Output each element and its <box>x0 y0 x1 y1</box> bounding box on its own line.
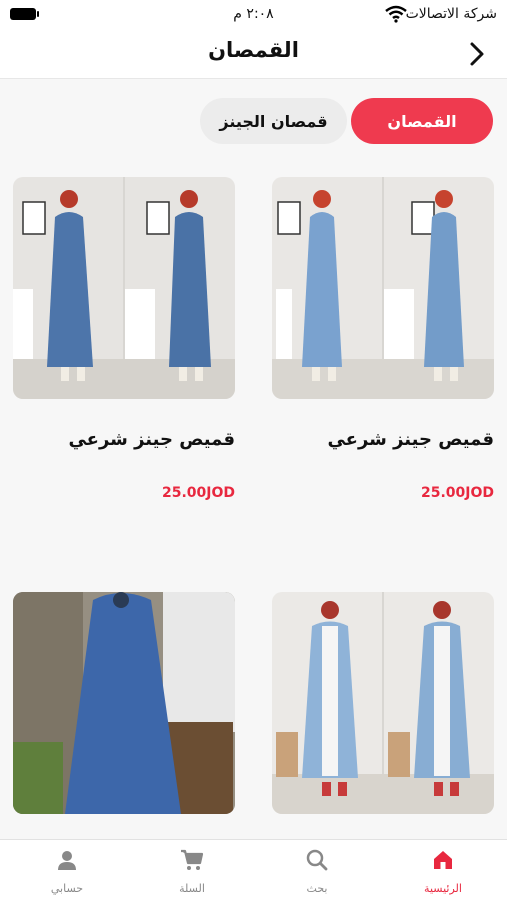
product-image[interactable] <box>272 177 494 399</box>
nav-account[interactable]: حسابي <box>27 840 107 900</box>
nav-label: الرئيسية <box>424 882 462 895</box>
wifi-icon <box>385 5 407 23</box>
home-icon <box>434 851 452 869</box>
bottom-nav: الرئيسية بحث السلة حسابي <box>0 839 507 900</box>
product-card[interactable]: قميص جينز شرعي 25.00JOD <box>272 177 494 507</box>
product-card[interactable]: قميص جينز شرعي 25.00JOD <box>13 177 235 507</box>
search-icon <box>306 849 328 871</box>
product-card[interactable] <box>272 592 494 814</box>
cart-icon <box>181 849 204 870</box>
status-bar: ٢:٠٨ م شركة الاتصالات <box>0 0 507 30</box>
nav-label: بحث <box>306 882 328 895</box>
account-icon <box>58 851 76 870</box>
nav-home[interactable]: الرئيسية <box>403 840 483 900</box>
product-image[interactable] <box>13 592 235 814</box>
product-card[interactable] <box>13 592 235 814</box>
product-name: قميص جينز شرعي <box>68 429 235 450</box>
product-price: 25.00JOD <box>161 485 235 501</box>
carrier-name: شركة الاتصالات <box>405 6 497 22</box>
product-image[interactable] <box>272 592 494 814</box>
back-chevron-icon[interactable] <box>461 38 493 70</box>
nav-cart[interactable]: السلة <box>152 840 232 900</box>
nav-search[interactable]: بحث <box>277 840 357 900</box>
header: القمصان <box>0 30 507 79</box>
category-tabs: القمصان قمصان الجينز <box>0 98 507 146</box>
battery-icon <box>10 8 39 20</box>
product-image[interactable] <box>13 177 235 399</box>
nav-label: حسابي <box>50 882 84 895</box>
nav-label: السلة <box>179 882 205 895</box>
page-title: القمصان <box>208 38 299 62</box>
tab-shirts[interactable]: القمصان <box>351 98 493 144</box>
tab-jeans-shirts[interactable]: قمصان الجينز <box>200 98 347 144</box>
product-price: 25.00JOD <box>420 485 494 501</box>
product-name: قميص جينز شرعي <box>327 429 494 450</box>
